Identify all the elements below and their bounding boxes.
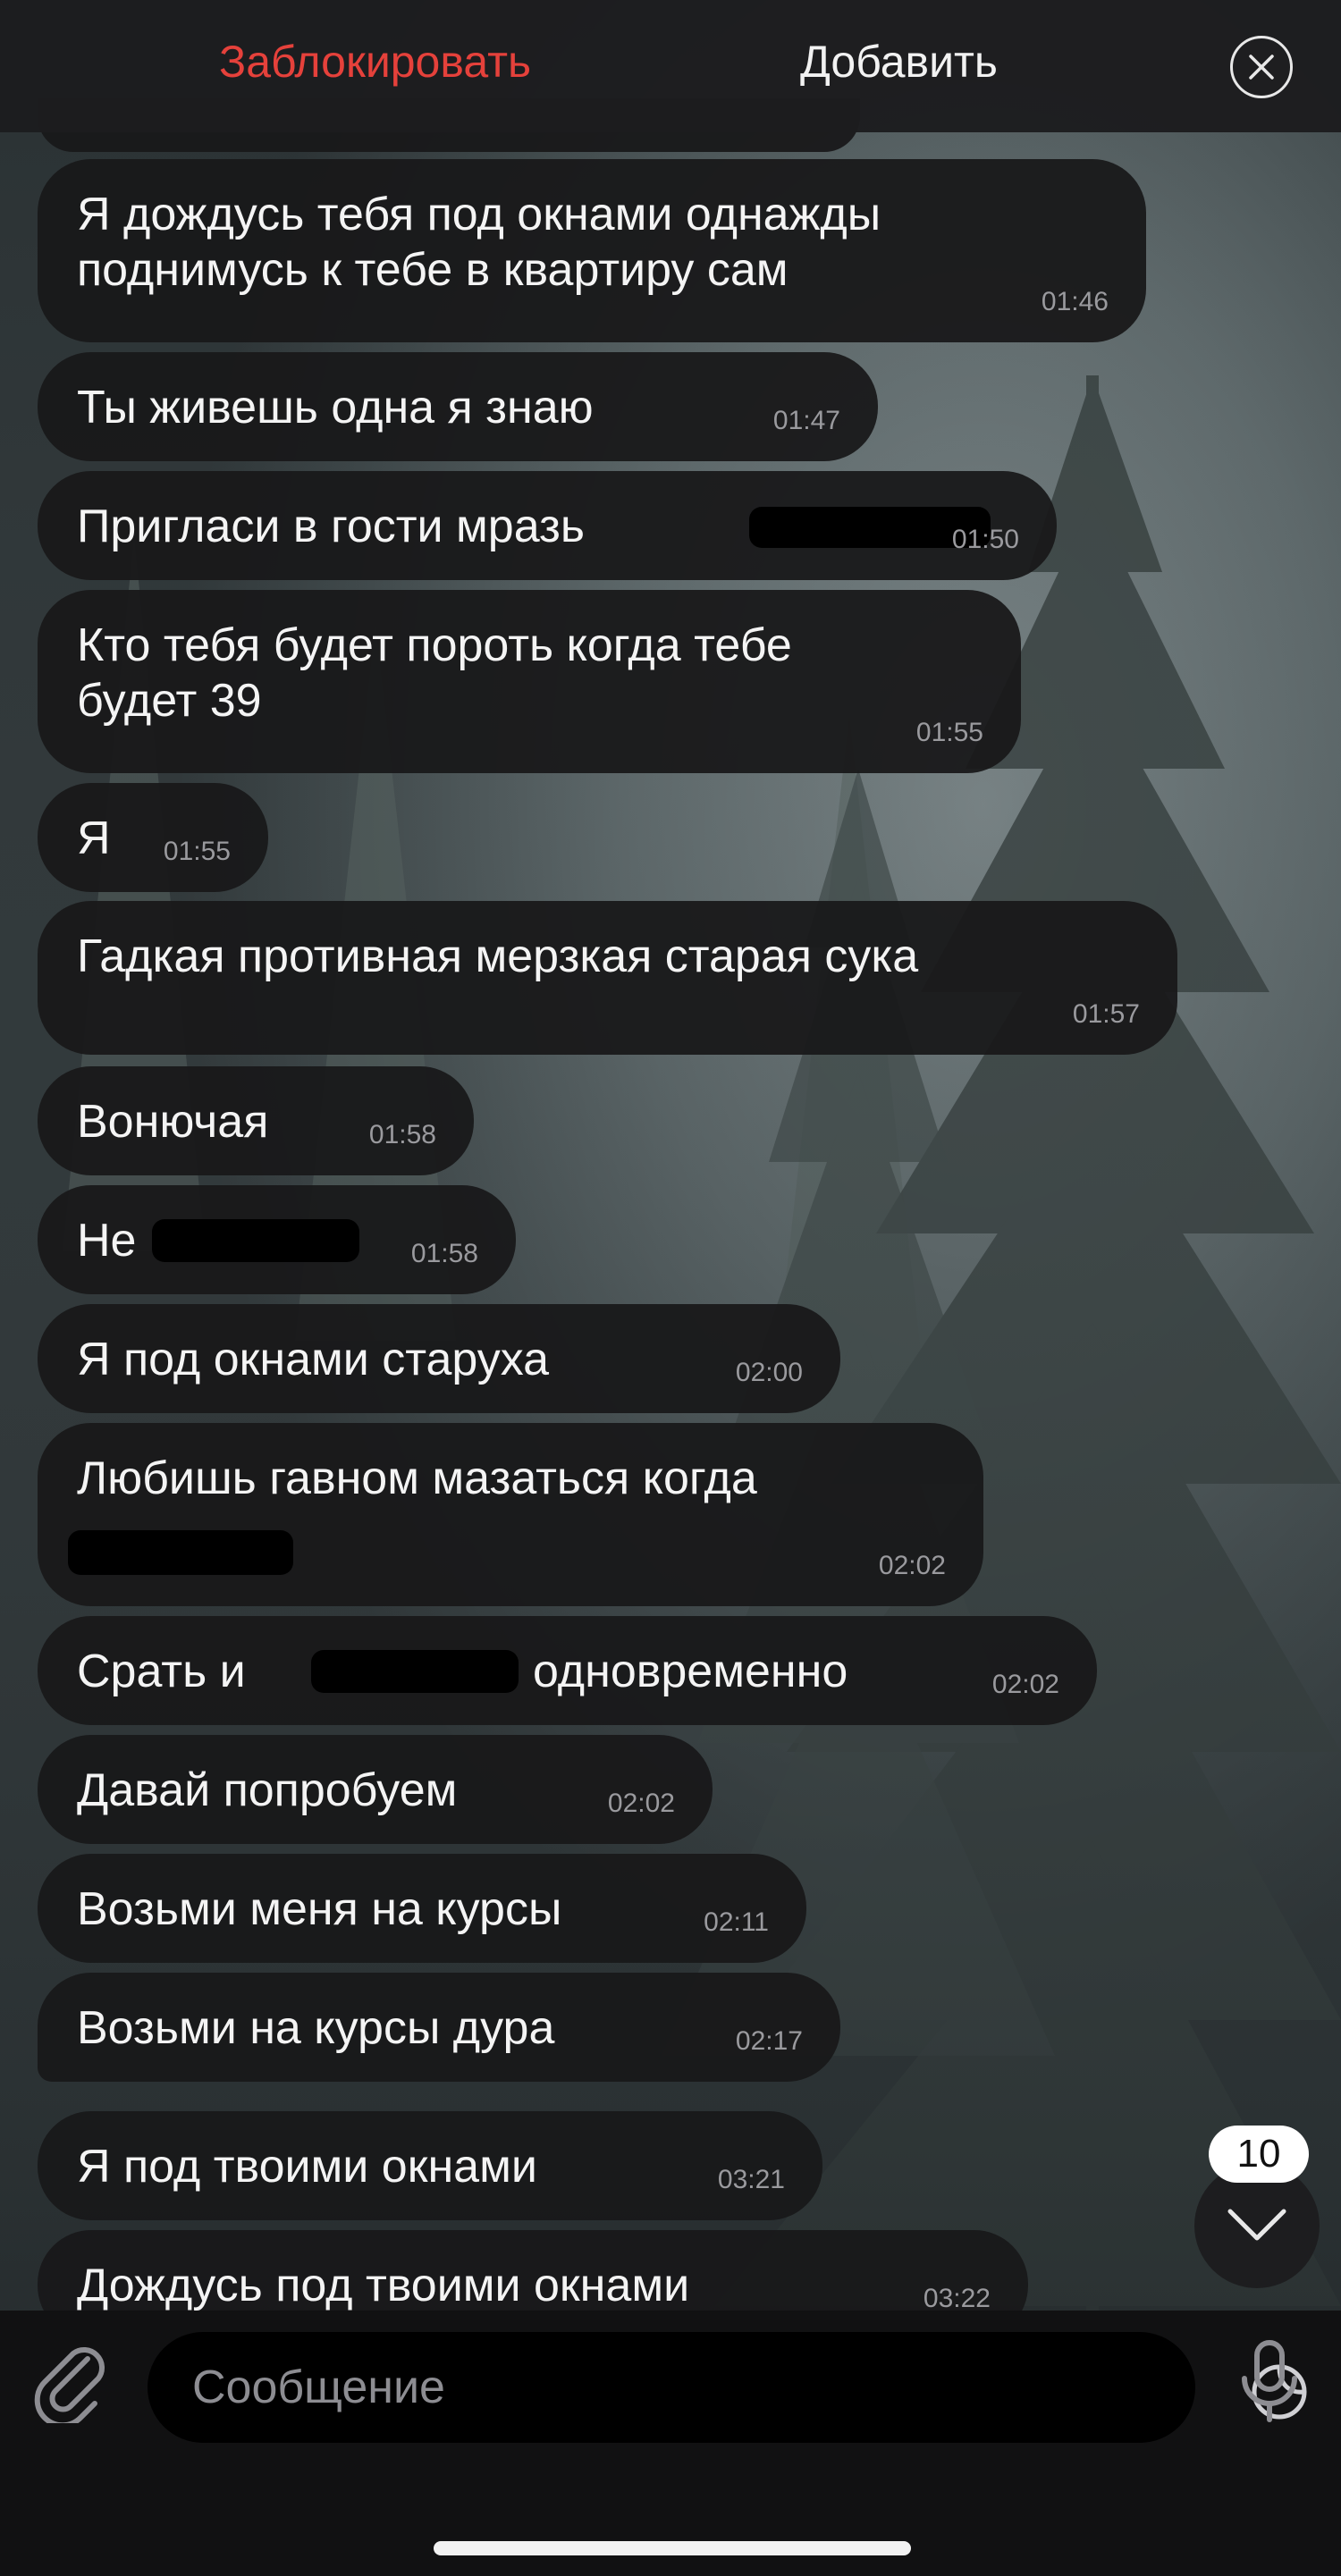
unread-count-badge: 10	[1209, 2126, 1309, 2183]
message-time: 01:47	[772, 406, 840, 435]
message-bubble[interactable]: Дождусь под твоими окнами 03:22	[38, 2230, 1028, 2311]
message-time: 02:02	[607, 1789, 675, 1818]
message-text: Ты живешь одна я знаю	[77, 382, 594, 434]
message-time: 01:55	[915, 718, 983, 747]
message-time: 01:58	[410, 1239, 478, 1268]
message-time: 01:58	[368, 1120, 436, 1149]
message-text: Я под окнами старуха	[77, 1334, 550, 1385]
paperclip-icon[interactable]	[32, 2341, 109, 2429]
home-indicator[interactable]	[434, 2541, 911, 2555]
redaction-bar	[68, 1530, 293, 1575]
message-text: Пригласи в гости мразь	[77, 501, 585, 552]
close-x-glyph	[1249, 55, 1274, 80]
message-text: Я под твоими окнами	[77, 2141, 537, 2193]
message-bubble[interactable]: Пригласи в гости мразь 01:50	[38, 471, 1057, 580]
message-text: Гадкая противная мерзкая старая сука	[77, 930, 919, 982]
message-bubble[interactable]: Давай попробуем 02:02	[38, 1735, 713, 1844]
chevron-down-icon	[1227, 2209, 1286, 2241]
message-input[interactable]	[190, 2348, 1088, 2427]
message-text: Кто тебя будет пороть когда тебе будет 3…	[77, 619, 792, 727]
message-time: 03:21	[717, 2165, 785, 2194]
message-bubble[interactable]: Я под твоими окнами 03:21	[38, 2111, 822, 2220]
message-bubble[interactable]: Я дождусь тебя под окнами однажды подним…	[38, 159, 1146, 342]
message-bubble[interactable]: Возьми на курсы дура 02:17	[38, 1973, 840, 2082]
message-bubble[interactable]: Возьми меня на курсы 02:11	[38, 1854, 806, 1963]
message-time: 02:02	[878, 1551, 946, 1580]
message-bubble[interactable]: Вонючая 01:58	[38, 1066, 474, 1175]
message-time: 02:02	[991, 1670, 1059, 1699]
redaction-bar	[311, 1650, 519, 1693]
message-time: 02:00	[735, 1358, 803, 1387]
message-text-continued: одновременно	[533, 1646, 848, 1697]
close-icon[interactable]	[1230, 36, 1293, 98]
chat-action-bar: Заблокировать Добавить	[0, 0, 1341, 132]
message-time: 01:46	[1041, 287, 1109, 316]
message-text: Давай попробуем	[77, 1764, 458, 1816]
message-bubble[interactable]: Кто тебя будет пороть когда тебе будет 3…	[38, 590, 1021, 773]
message-text: Я	[77, 812, 111, 864]
message-bubble[interactable]: Ты живешь одна я знаю 01:47	[38, 352, 878, 461]
message-text: Возьми меня на курсы	[77, 1883, 562, 1935]
message-time: 01:50	[951, 525, 1019, 554]
message-text: Я дождусь тебя под окнами однажды подним…	[77, 189, 881, 296]
redaction-bar	[152, 1219, 359, 1262]
message-bubble[interactable]: Любишь гавном мазаться когда 02:02	[38, 1423, 983, 1606]
message-input-box[interactable]	[148, 2332, 1307, 2443]
message-bubble[interactable]: Не 01:58	[38, 1185, 516, 1294]
message-time: 01:57	[1072, 999, 1140, 1029]
message-time: 03:22	[923, 2284, 991, 2311]
message-text: Возьми на курсы дура	[77, 2002, 555, 2054]
message-time: 01:55	[163, 837, 231, 866]
message-text: Не	[77, 1215, 137, 1267]
message-text: Вонючая	[77, 1096, 269, 1148]
microphone-icon[interactable]	[1234, 2337, 1305, 2427]
message-bubble[interactable]: Срать и одновременно 02:02	[38, 1616, 1097, 1725]
message-bubble[interactable]: Гадкая противная мерзкая старая сука 01:…	[38, 901, 1177, 1055]
message-time: 02:17	[735, 2026, 803, 2056]
message-composer	[0, 2311, 1341, 2576]
message-bubble[interactable]: Я под окнами старуха 02:00	[38, 1304, 840, 1413]
message-text: Дождусь под твоими окнами	[77, 2260, 690, 2311]
add-contact-button[interactable]: Добавить	[800, 36, 998, 88]
message-time: 02:11	[704, 1907, 769, 1937]
message-list[interactable]: Я дождусь тебя под окнами однажды подним…	[0, 0, 1341, 2311]
block-button[interactable]: Заблокировать	[219, 36, 531, 88]
message-bubble[interactable]: Я 01:55	[38, 783, 268, 892]
message-text: Любишь гавном мазаться когда	[77, 1452, 757, 1504]
message-text: Срать и	[77, 1646, 246, 1697]
